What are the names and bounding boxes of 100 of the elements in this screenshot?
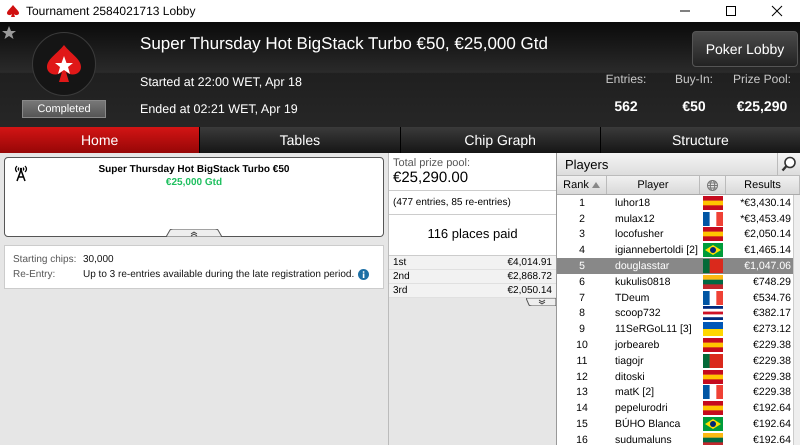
player-row[interactable]: 2 mulax12 *€3,453.49 — [557, 210, 793, 227]
player-row[interactable]: 12 ditoski €229.38 — [557, 368, 793, 385]
detail-value: 30,000 — [83, 254, 114, 265]
rank-cell-text: 5 — [578, 260, 586, 272]
result-cell-text: *€3,453.49 — [739, 212, 791, 225]
scrollbar[interactable] — [793, 195, 800, 445]
player-row[interactable]: 13 matK [2] €229.38 — [557, 384, 793, 400]
player-row[interactable]: 11 tiagojr €229.38 — [557, 352, 793, 369]
player-row[interactable]: 15 BÚHO Blanca €192.64 — [557, 416, 793, 432]
stat-label: Entries: — [606, 72, 646, 88]
flag-icon — [703, 243, 723, 258]
result-cell-text: €229.38 — [752, 354, 791, 367]
result-cell-text: €273.12 — [752, 323, 791, 336]
tab[interactable]: Structure — [600, 127, 800, 153]
player-row[interactable]: 1 luhor18 *€3,430.14 — [557, 195, 793, 211]
player-row[interactable]: 14 pepelurodri €192.64 — [557, 400, 793, 416]
rank-cell-text: 11 — [576, 354, 588, 367]
rank-cell-text: 14 — [575, 402, 589, 414]
flag-icon — [703, 227, 723, 242]
rank-cell-text: 3 — [578, 228, 586, 240]
flag-icon — [703, 354, 723, 368]
rank-cell-text: 9 — [578, 323, 586, 336]
expand-handle[interactable] — [526, 298, 556, 306]
poker-lobby-button[interactable]: Poker Lobby — [692, 31, 798, 67]
result-cell-text: *€3,430.14 — [739, 196, 791, 209]
player-name: mulax12 — [614, 212, 656, 225]
player-name: ditoski — [614, 370, 646, 383]
player-name: luhor18 — [614, 196, 652, 209]
window-title: Tournament 2584021713 Lobby — [26, 4, 196, 18]
player-name: tiagojr — [614, 354, 645, 367]
status-label: Completed — [22, 100, 106, 118]
detail-label: Starting chips: — [13, 254, 78, 265]
start-time: Started at 22:00 WET, Apr 18 — [140, 74, 303, 91]
rank-cell-text: 10 — [575, 339, 589, 352]
result-cell-text: €1,047.06 — [743, 260, 791, 272]
result-cell-text: €748.29 — [752, 276, 791, 288]
star-icon[interactable] — [2, 26, 16, 40]
search-icon[interactable] — [781, 156, 797, 172]
flag-icon — [703, 212, 723, 226]
rank-cell-text: 16 — [575, 434, 589, 445]
rank-cell-text: 12 — [575, 370, 589, 383]
flag-icon — [703, 338, 723, 352]
player-name: igiannebertoldi [2] — [614, 244, 699, 256]
prize-pool-label: Total prize pool: — [392, 156, 472, 169]
result-cell-text: €2,050.14 — [743, 228, 791, 240]
player-name: jorbeareb — [614, 339, 660, 352]
player-row[interactable]: 6 kukulis0818 €748.29 — [557, 274, 793, 290]
player-row[interactable]: 16 sudumaluns €192.64 — [557, 432, 793, 445]
flag-icon — [703, 196, 723, 210]
result-cell-text: €192.64 — [752, 434, 791, 445]
player-row[interactable]: 5 douglasstar €1,047.06 — [557, 258, 793, 274]
rank-cell-text: 6 — [578, 276, 586, 288]
player-row[interactable]: 7 TDeum €534.76 — [557, 290, 793, 306]
rank-cell-text: 1 — [578, 196, 586, 209]
place-label: 2nd — [393, 271, 410, 282]
player-name: BÚHO Blanca — [614, 418, 682, 430]
tournament-title: Super Thursday Hot BigStack Turbo €50, €25,000 Gtd — [140, 33, 549, 55]
result-cell-text: €229.38 — [752, 370, 791, 383]
flag-icon — [703, 432, 723, 445]
stat-label: Buy-In: — [674, 72, 713, 88]
player-name: scoop732 — [614, 307, 662, 320]
player-row[interactable]: 4 igiannebertoldi [2] €1,465.14 — [557, 242, 793, 258]
column-header[interactable]: Player — [607, 176, 700, 194]
info-icon[interactable] — [358, 269, 370, 280]
place-label: 1st — [393, 257, 406, 268]
detail-value: Up to 3 re-entries available during the late registration period. — [83, 269, 354, 280]
flag-icon — [703, 274, 723, 289]
prize-amount: €2,868.72 — [508, 271, 552, 282]
rank-cell-text: 7 — [578, 292, 586, 304]
players-title: Players — [564, 156, 610, 172]
prize-amount: €2,050.14 — [508, 285, 552, 296]
player-row[interactable]: 10 jorbeareb €229.38 — [557, 337, 793, 353]
flag-icon — [703, 417, 723, 432]
stat-value: €25,290 — [736, 98, 788, 114]
tab[interactable]: Tables — [200, 127, 400, 153]
player-row[interactable]: 9 11SeRGoL11 [3] €273.12 — [557, 321, 793, 338]
rank-cell-text: 8 — [578, 307, 586, 320]
result-cell-text: €229.38 — [752, 339, 791, 352]
collapse-handle[interactable] — [166, 229, 222, 237]
column-header[interactable]: Rank — [557, 176, 607, 194]
rank-cell-text: 4 — [578, 244, 586, 256]
stat-label: Prize Pool: — [732, 72, 792, 88]
place-label: 3rd — [393, 285, 408, 296]
column-header[interactable]: Results — [726, 176, 800, 194]
player-row[interactable]: 8 scoop732 €382.17 — [557, 306, 793, 322]
flag-icon — [703, 370, 723, 384]
tab[interactable]: Home — [0, 127, 200, 153]
tab[interactable]: Chip Graph — [400, 127, 600, 153]
player-name: douglasstar — [614, 260, 670, 272]
stat-value: €50 — [682, 98, 706, 114]
globe-icon[interactable] — [707, 180, 718, 190]
flag-icon — [703, 401, 723, 416]
tournament-name: Super Thursday Hot BigStack Turbo €50 — [98, 164, 290, 175]
player-row[interactable]: 3 locofusher €2,050.14 — [557, 226, 793, 242]
sort-up-icon — [592, 182, 600, 188]
flag-icon — [703, 259, 723, 274]
player-name: kukulis0818 — [614, 276, 672, 288]
player-name: pepelurodri — [614, 402, 669, 414]
result-cell-text: €382.17 — [752, 307, 791, 320]
result-cell-text: €192.64 — [752, 402, 791, 414]
